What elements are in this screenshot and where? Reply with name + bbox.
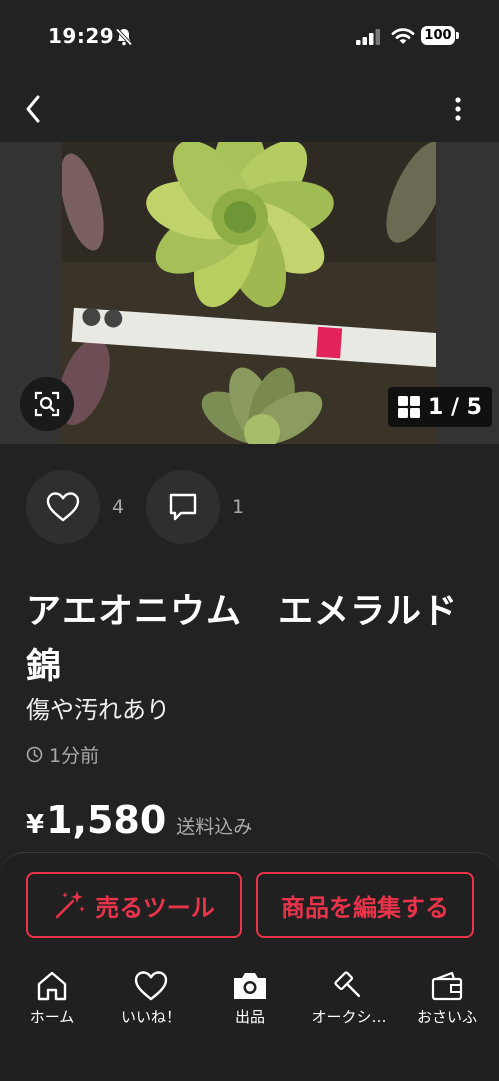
tab-wallet-label: おさいふ [416, 1008, 477, 1026]
posted-time: 1分前 [26, 741, 99, 768]
auction-hammer-icon [334, 971, 361, 998]
image-counter[interactable]: 1 / 5 [388, 387, 492, 427]
tab-wallet[interactable]: おさいふ [399, 968, 495, 1027]
image-search-icon [34, 391, 60, 417]
product-photo[interactable] [62, 142, 436, 444]
status-time: 19:29 [48, 24, 115, 48]
heart-icon [46, 492, 80, 522]
more-vertical-icon [455, 97, 461, 121]
comment-button[interactable] [146, 470, 220, 544]
wifi-icon [391, 28, 415, 44]
cellular-signal-icon [356, 29, 380, 45]
edit-item-button[interactable]: 商品を編集する [256, 872, 474, 938]
image-counter-label: 1 / 5 [428, 394, 482, 420]
image-search-button[interactable] [20, 377, 74, 431]
battery-tip [456, 32, 459, 39]
tab-auction-label: オークシ… [311, 1008, 387, 1026]
like-button[interactable] [26, 470, 100, 544]
edit-item-label: 商品を編集する [281, 893, 449, 922]
price-value: 1,580 [46, 798, 167, 842]
comment-count: 1 [232, 496, 245, 518]
tab-home[interactable]: ホーム [4, 968, 100, 1027]
tab-home-label: ホーム [29, 1008, 75, 1026]
more-options-button[interactable] [444, 92, 472, 126]
grid-icon [398, 396, 420, 418]
price: ¥ 1,580 送料込み [26, 798, 252, 842]
home-icon [37, 971, 67, 1001]
sell-tools-button[interactable]: 売るツール [26, 872, 242, 938]
tab-auction[interactable]: オークシ… [301, 968, 397, 1027]
sell-tools-label: 売るツール [95, 893, 215, 922]
bell-off-icon [115, 28, 133, 46]
succulent-photo-illustration [62, 142, 436, 444]
wallet-icon [431, 971, 463, 1001]
clock-icon [26, 746, 43, 763]
tab-sell-label: 出品 [234, 1008, 265, 1026]
tab-likes-label: いいね！ [120, 1008, 181, 1026]
like-count: 4 [112, 496, 125, 518]
heart-icon [134, 971, 168, 1001]
posted-time-label: 1分前 [49, 745, 100, 767]
tab-likes[interactable]: いいね！ [103, 968, 199, 1027]
battery-indicator: 100 [421, 26, 455, 45]
chevron-left-icon [26, 95, 40, 123]
back-button[interactable] [18, 92, 48, 126]
shipping-note: 送料込み [176, 816, 253, 838]
item-condition: 傷や汚れあり [26, 696, 170, 724]
tab-sell[interactable]: 出品 [202, 968, 298, 1027]
comment-icon [169, 493, 197, 521]
magic-wand-icon [55, 891, 86, 919]
camera-icon [234, 973, 266, 999]
price-currency: ¥ [26, 810, 45, 840]
product-title: アエオニウム エメラルド錦 [26, 592, 459, 687]
